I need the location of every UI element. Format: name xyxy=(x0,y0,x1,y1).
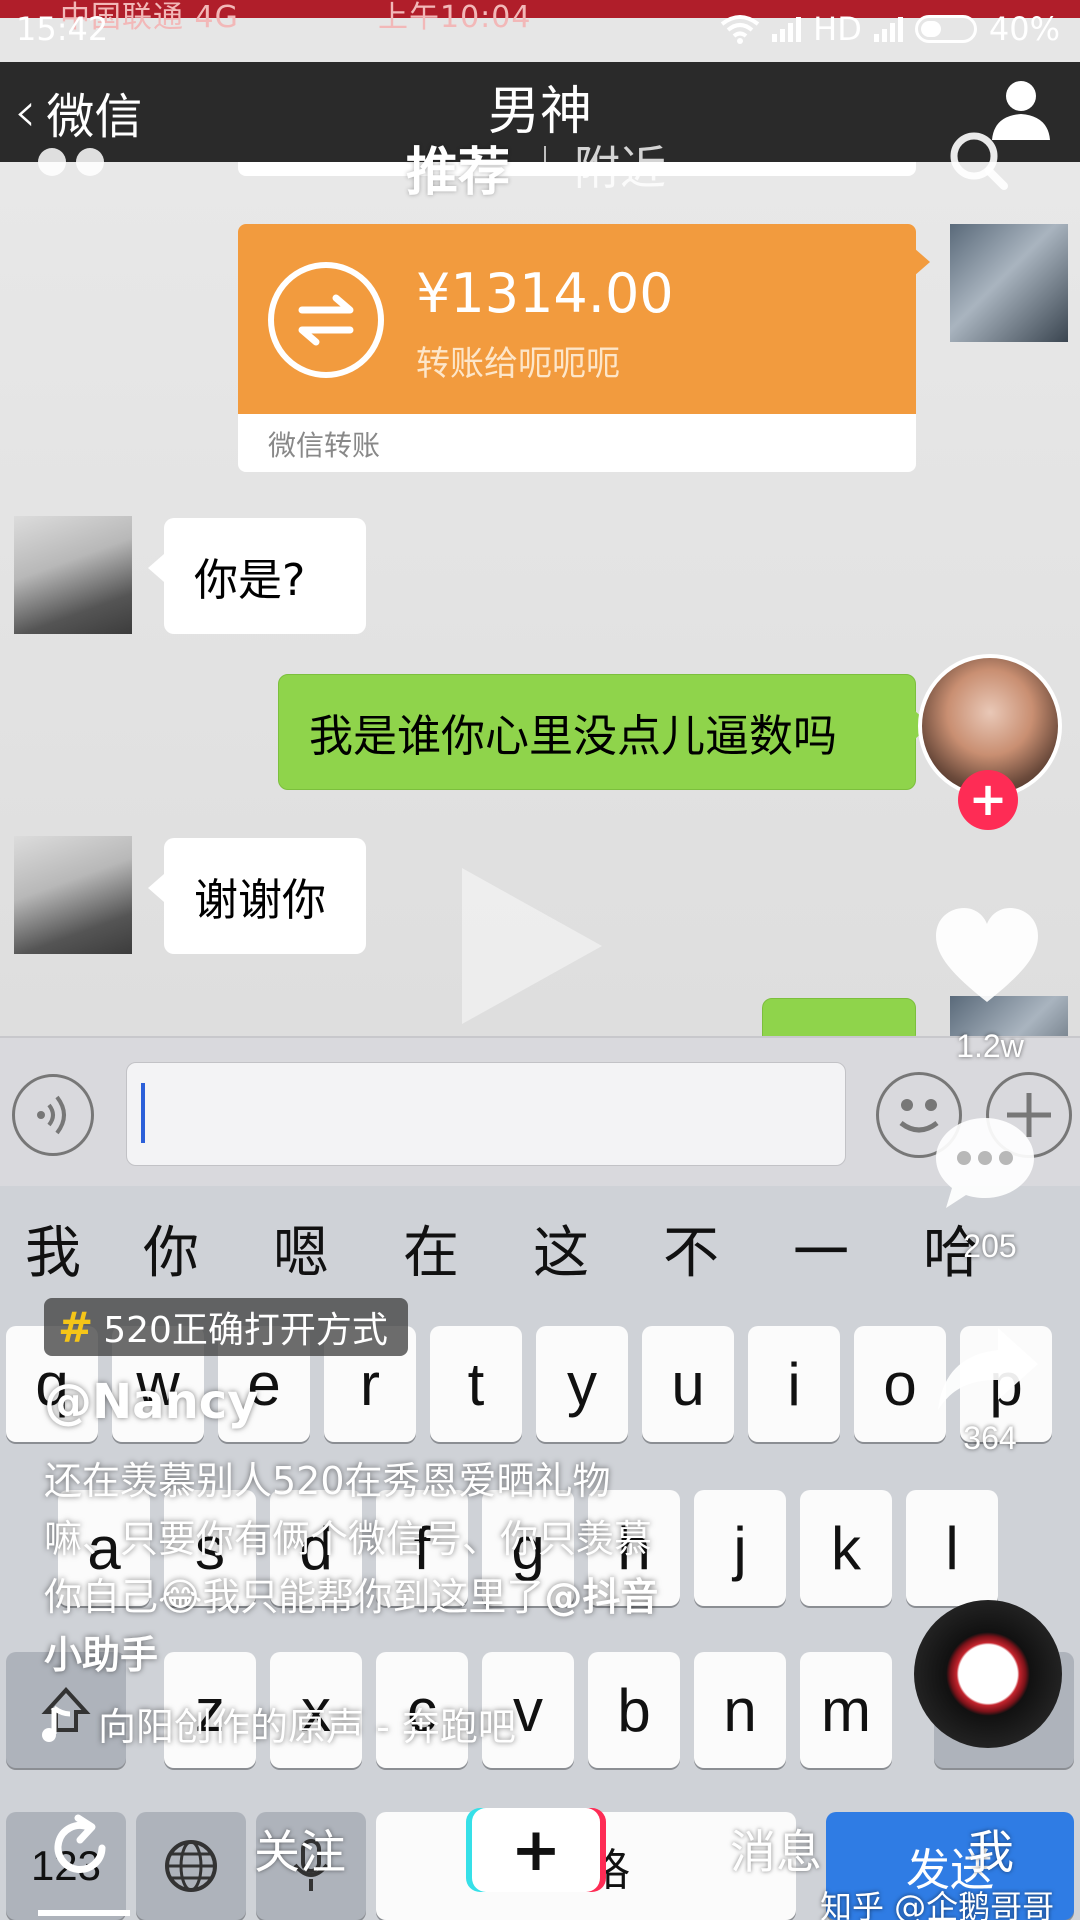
transfer-card-header: ¥1314.00 转账给呃呃呃 xyxy=(238,224,916,414)
text-caret xyxy=(141,1083,145,1143)
tab-nearby[interactable]: 附近 xyxy=(574,132,666,198)
creator-username[interactable]: @Nancy xyxy=(44,1374,258,1430)
share-icon[interactable] xyxy=(936,1324,1040,1414)
hashtag-icon: # xyxy=(58,1302,94,1352)
message-text: 我是谁你心里没点儿逼数吗 xyxy=(309,711,837,762)
caption-line: 你自己😂我只能帮你到这里了@抖音 xyxy=(44,1568,784,1626)
transfer-arrows-icon xyxy=(268,262,384,378)
caption-text: 你自己😂我只能帮你到这里了 xyxy=(44,1575,545,1619)
chat-area: ¥1314.00 转账给呃呃呃 微信转账 你是? 我是谁你心里没点儿逼数吗 谢谢… xyxy=(0,162,1080,1036)
message-text: 谢谢你 xyxy=(194,875,326,926)
message-text-input[interactable] xyxy=(126,1062,846,1166)
douyin-top-tabs: 推荐 附近 xyxy=(0,120,1080,203)
music-title: 向阳创作的原声 - 奔跑吧 xyxy=(98,1705,516,1749)
key-m[interactable]: m xyxy=(800,1652,892,1768)
key-i[interactable]: i xyxy=(748,1326,840,1442)
candidate-word[interactable]: 你 xyxy=(106,1208,236,1289)
signal-icon xyxy=(772,16,802,42)
candidate-word[interactable]: 嗯 xyxy=(236,1208,366,1289)
sound-wave-icon xyxy=(37,1095,66,1135)
key-l[interactable]: l xyxy=(906,1490,998,1606)
battery-icon xyxy=(914,15,977,43)
transfer-card[interactable]: ¥1314.00 转账给呃呃呃 微信转账 xyxy=(238,224,916,472)
heart-icon[interactable] xyxy=(932,904,1042,1008)
message-bubble-outgoing[interactable]: 我是谁你心里没点儿逼数吗 xyxy=(278,674,931,790)
caption-line[interactable]: 小助手 xyxy=(44,1626,784,1684)
watermark: 知乎 @企鹅哥哥 xyxy=(820,1888,1055,1920)
transfer-description: 转账给呃呃呃 xyxy=(416,344,620,384)
my-avatar[interactable] xyxy=(950,224,1068,342)
candidate-bar: 我 你 嗯 在 这 不 一 哈 xyxy=(0,1186,1080,1310)
search-icon[interactable] xyxy=(946,128,1010,192)
refresh-icon[interactable] xyxy=(44,1812,116,1884)
battery-percent: 40% xyxy=(988,10,1060,48)
caption-line: 还在羡慕别人520在秀恩爱晒礼物 xyxy=(44,1459,611,1503)
tab-divider xyxy=(544,146,546,174)
key-k[interactable]: k xyxy=(800,1490,892,1606)
nav-active-indicator xyxy=(38,1910,130,1916)
voice-button[interactable] xyxy=(12,1074,94,1156)
key-u[interactable]: u xyxy=(642,1326,734,1442)
hd-label: HD xyxy=(813,10,862,48)
tab-recommend[interactable]: 推荐 xyxy=(406,130,510,205)
nav-me[interactable]: 我 xyxy=(968,1816,1014,1882)
candidate-word[interactable]: 我 xyxy=(0,1208,106,1289)
message-text: 你是? xyxy=(194,555,306,606)
transfer-card-tail xyxy=(914,248,930,276)
signal-icon-2 xyxy=(873,16,903,42)
video-caption: 还在羡慕别人520在秀恩爱晒礼物 嘛、只要你有俩个微信号、你只羡慕 你自己😂我只… xyxy=(44,1452,784,1684)
music-note-icon xyxy=(42,1705,71,1742)
play-icon[interactable] xyxy=(462,868,602,1024)
follow-plus-button[interactable]: + xyxy=(958,770,1018,830)
message-input-bar xyxy=(0,1036,1080,1186)
comment-count: 205 xyxy=(963,1228,1017,1264)
comment-icon[interactable] xyxy=(932,1112,1038,1212)
hashtag-tag[interactable]: # 520正确打开方式 xyxy=(44,1298,408,1356)
status-time: 15:42 xyxy=(16,10,109,48)
share-count: 364 xyxy=(963,1420,1017,1456)
music-disc-icon[interactable] xyxy=(914,1600,1062,1748)
like-count: 1.2w xyxy=(956,1028,1024,1064)
status-bar: 15:42 HD 40% xyxy=(0,0,1080,62)
create-video-button[interactable]: + xyxy=(472,1808,600,1892)
status-indicators: HD 40% xyxy=(720,10,1060,48)
menu-dots-icon[interactable] xyxy=(38,148,104,176)
transfer-amount: ¥1314.00 xyxy=(416,262,674,325)
key-y[interactable]: y xyxy=(536,1326,628,1442)
contact-avatar[interactable] xyxy=(14,836,132,954)
hashtag-label: 520正确打开方式 xyxy=(103,1310,388,1351)
message-bubble-incoming[interactable]: 谢谢你 xyxy=(148,838,366,954)
wifi-icon xyxy=(720,15,760,44)
caption-mention[interactable]: @抖音 xyxy=(544,1575,658,1619)
message-bubble-outgoing-partial xyxy=(762,998,931,1036)
candidate-word[interactable]: 不 xyxy=(626,1208,756,1289)
candidate-word[interactable]: 这 xyxy=(496,1208,626,1289)
message-bubble-incoming[interactable]: 你是? xyxy=(148,518,366,634)
transfer-footer: 微信转账 xyxy=(268,429,381,462)
caption-line: 嘛、只要你有俩个微信号、你只羡慕 xyxy=(44,1517,653,1561)
nav-follow[interactable]: 关注 xyxy=(254,1816,346,1882)
nav-inbox[interactable]: 消息 xyxy=(730,1816,822,1882)
music-info[interactable]: 向阳创作的原声 - 奔跑吧 xyxy=(40,1696,516,1751)
key-t[interactable]: t xyxy=(430,1326,522,1442)
contact-avatar[interactable] xyxy=(14,516,132,634)
candidate-word[interactable]: 一 xyxy=(756,1208,886,1289)
candidate-word[interactable]: 在 xyxy=(366,1208,496,1289)
